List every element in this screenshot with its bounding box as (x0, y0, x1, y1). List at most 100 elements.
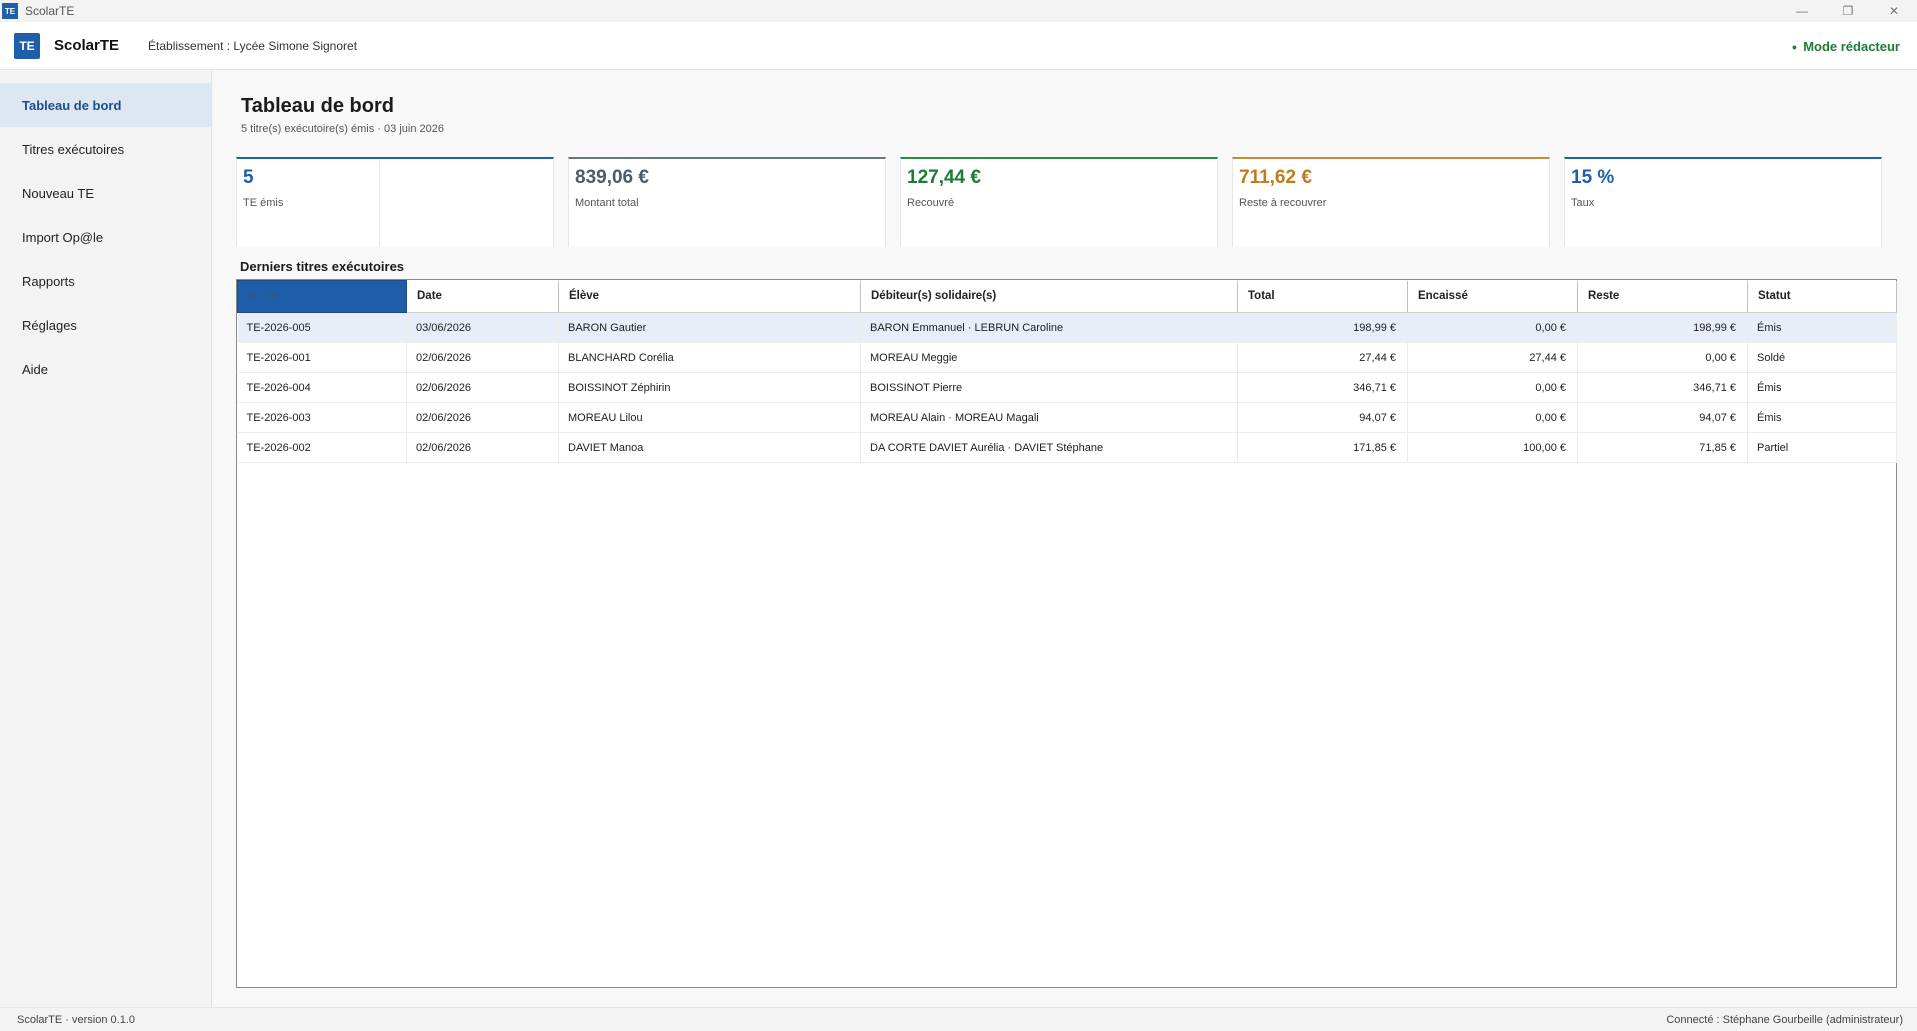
minimize-icon[interactable]: — (1779, 0, 1825, 22)
page-subtitle: 5 titre(s) exécutoire(s) émis · 03 juin … (241, 123, 444, 135)
table-cell: 0,00 € (1407, 402, 1578, 433)
table-cell: MOREAU Alain · MOREAU Magali (860, 402, 1238, 433)
table-cell: MOREAU Lilou (558, 402, 861, 433)
table-cell: Émis (1747, 402, 1897, 433)
table-cell: BARON Emmanuel · LEBRUN Caroline (860, 312, 1238, 343)
table-cell: 71,85 € (1577, 432, 1748, 463)
table-cell: 02/06/2026 (406, 432, 559, 463)
table-cell: TE-2026-005 (237, 312, 407, 343)
sidebar-item-reglages[interactable]: Réglages (0, 303, 211, 347)
table-row[interactable]: TE-2026-004 02/06/2026 BOISSINOT Zéphirin B… (237, 372, 1897, 403)
status-bar: ScolarTE · version 0.1.0 Connecté : Stép… (0, 1007, 1917, 1031)
table-cell: 0,00 € (1407, 312, 1578, 343)
table-header-row: N° TE Date Élève Débiteur(s) solidaire(s… (237, 280, 1897, 313)
table-cell: Soldé (1747, 342, 1897, 373)
table-cell: 346,71 € (1237, 372, 1408, 403)
table-cell: TE-2026-002 (237, 432, 407, 463)
app-brand: ScolarTE (54, 37, 120, 54)
table-cell: 02/06/2026 (406, 402, 559, 433)
restore-icon[interactable]: ❐ (1825, 0, 1871, 22)
table-cell: BOISSINOT Pierre (860, 372, 1238, 403)
column-header-total[interactable]: Total (1237, 280, 1408, 313)
table-cell: DA CORTE DAVIET Aurélia · DAVIET Stéphan… (860, 432, 1238, 463)
kpi-label: Recouvré (907, 197, 955, 209)
table-cell: 171,85 € (1237, 432, 1408, 463)
kpi-value: 15 % (1571, 167, 1615, 188)
table-cell: TE-2026-003 (237, 402, 407, 433)
table-cell: 100,00 € (1407, 432, 1578, 463)
table-row[interactable]: TE-2026-002 02/06/2026 DAVIET Manoa DA CORT… (237, 432, 1897, 463)
kpi-card-montant-total: 839,06 € Montant total (568, 157, 886, 247)
table-row[interactable]: TE-2026-001 02/06/2026 BLANCHARD Corélia MO… (237, 342, 1897, 373)
kpi-card-te-emis: 5 TE émis (236, 157, 554, 247)
table-cell: DAVIET Manoa (558, 432, 861, 463)
table-cell: 0,00 € (1577, 342, 1748, 373)
table-cell: TE-2026-004 (237, 372, 407, 403)
kpi-value: 711,62 € (1239, 167, 1312, 188)
section-title: Derniers titres exécutoires (240, 259, 405, 274)
kpi-label: Montant total (575, 197, 639, 209)
table-cell: 198,99 € (1237, 312, 1408, 343)
main-content: Tableau de bord 5 titre(s) exécutoire(s)… (213, 71, 1917, 1007)
table-cell: 94,07 € (1237, 402, 1408, 433)
column-header-date[interactable]: Date (406, 280, 559, 313)
column-header-reste[interactable]: Reste (1577, 280, 1748, 313)
column-header-encaisse[interactable]: Encaissé (1407, 280, 1578, 313)
table-cell: 02/06/2026 (406, 342, 559, 373)
card-divider (379, 159, 380, 247)
sidebar-item-titres-executoires[interactable]: Titres exécutoires (0, 127, 211, 171)
sidebar-item-nouveau-te[interactable]: Nouveau TE (0, 171, 211, 215)
app-header: TE ScolarTE Établissement : Lycée Simone… (0, 22, 1917, 70)
mode-label: Mode rédacteur (1803, 39, 1900, 54)
sidebar-item-rapports[interactable]: Rapports (0, 259, 211, 303)
column-header-numero[interactable]: N° TE (237, 280, 407, 313)
status-dot-icon: ● (1791, 41, 1798, 52)
sidebar: Tableau de bord Titres exécutoires Nouve… (0, 71, 212, 1007)
kpi-label: TE émis (243, 197, 284, 209)
kpi-value: 127,44 € (907, 167, 981, 188)
column-header-statut[interactable]: Statut (1747, 280, 1897, 313)
table-cell: BLANCHARD Corélia (558, 342, 861, 373)
close-icon[interactable]: ✕ (1871, 0, 1917, 22)
table-cell: 346,71 € (1577, 372, 1748, 403)
table-cell: 03/06/2026 (406, 312, 559, 343)
kpi-card-recouvre: 127,44 € Recouvré (900, 157, 1218, 247)
table-cell: MOREAU Meggie (860, 342, 1238, 373)
page-title: Tableau de bord (241, 95, 394, 117)
table-cell: 02/06/2026 (406, 372, 559, 403)
table-cell: Partiel (1747, 432, 1897, 463)
app-logo: TE (14, 32, 40, 59)
table-cell: Émis (1747, 312, 1897, 343)
kpi-label: Taux (1571, 197, 1595, 209)
column-header-eleve[interactable]: Élève (558, 280, 861, 313)
version-label: ScolarTE · version 0.1.0 (17, 1014, 135, 1026)
kpi-value: 5 (243, 167, 254, 188)
sidebar-item-import-opale[interactable]: Import Op@le (0, 215, 211, 259)
kpi-cards: 5 TE émis 839,06 € Montant total 127,44 … (236, 157, 1896, 247)
window-controls: — ❐ ✕ (1779, 0, 1917, 22)
table-row[interactable]: TE-2026-005 03/06/2026 BARON Gautier BARON … (237, 312, 1897, 343)
app-icon: TE (2, 3, 18, 19)
titres-table: N° TE Date Élève Débiteur(s) solidaire(s… (236, 279, 1897, 988)
column-header-debiteurs[interactable]: Débiteur(s) solidaire(s) (860, 280, 1238, 313)
table-cell: 27,44 € (1407, 342, 1578, 373)
kpi-label: Reste à recouvrer (1239, 197, 1327, 209)
table-cell: 0,00 € (1407, 372, 1578, 403)
table-row[interactable]: TE-2026-003 02/06/2026 MOREAU Lilou MOREAU … (237, 402, 1897, 433)
window-title: ScolarTE (25, 4, 75, 18)
table-cell: TE-2026-001 (237, 342, 407, 373)
kpi-card-reste: 711,62 € Reste à recouvrer (1232, 157, 1550, 247)
sidebar-item-tableau-de-bord[interactable]: Tableau de bord (0, 83, 211, 127)
table-cell: BARON Gautier (558, 312, 861, 343)
table-cell: BOISSINOT Zéphirin (558, 372, 861, 403)
table-cell: 94,07 € (1577, 402, 1748, 433)
sidebar-item-aide[interactable]: Aide (0, 347, 211, 391)
connected-user-label: Connecté : Stéphane Gourbeille (administ… (1666, 1014, 1903, 1026)
kpi-card-taux: 15 % Taux (1564, 157, 1882, 247)
window-titlebar: TE ScolarTE — ❐ ✕ (0, 0, 1917, 22)
table-cell: 198,99 € (1577, 312, 1748, 343)
table-cell: 27,44 € (1237, 342, 1408, 373)
mode-indicator: ● Mode rédacteur (1792, 39, 1900, 54)
kpi-value: 839,06 € (575, 167, 649, 188)
table-cell: Émis (1747, 372, 1897, 403)
